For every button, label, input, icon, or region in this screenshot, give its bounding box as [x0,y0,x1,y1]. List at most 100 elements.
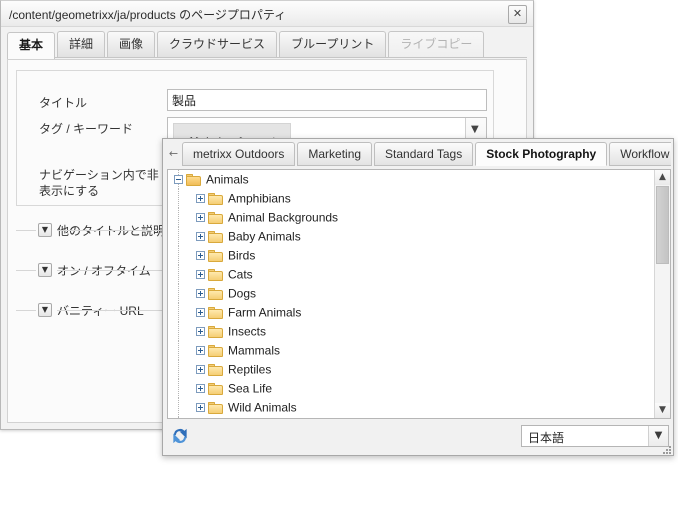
folder-icon [208,268,223,281]
expand-icon[interactable] [196,194,205,204]
tree-node[interactable]: Cats [168,265,654,284]
tree-node[interactable]: Reptiles [168,360,654,379]
tree-node-label: Mammals [228,343,281,358]
resize-grip[interactable] [662,444,672,454]
collapse-icon[interactable] [174,175,183,185]
tree-node-label: Animal Backgrounds [228,210,339,225]
expand-icon[interactable] [196,213,205,223]
tree-node[interactable]: Animal Backgrounds [168,208,654,227]
collapse-toggle[interactable]: ▼ [38,303,52,317]
chevron-down-icon[interactable]: ▼ [648,426,668,446]
tree-node[interactable]: Animals [168,170,654,189]
tree-guide-line [178,398,179,417]
tree-node[interactable]: Dogs [168,284,654,303]
language-select[interactable]: 日本語 ▼ [521,425,669,447]
tree-guide-line [178,227,179,246]
scrollbar-thumb[interactable] [656,186,669,264]
tree-node-label: Baby Animals [228,229,301,244]
close-icon[interactable]: ✕ [508,5,527,24]
tree-guide-line [178,360,179,379]
folder-icon [208,363,223,376]
tree-node[interactable]: Sea Life [168,379,654,398]
expand-icon[interactable] [196,384,205,394]
tree-node-label: Cats [228,267,253,282]
folder-icon [208,249,223,262]
tree-scrollbar[interactable]: ▲ ▼ [654,170,670,418]
tag-picker-popup: ← metrixx Outdoors Marketing Standard Tags S… [162,138,674,456]
caret-down-icon[interactable]: ▼ [655,403,670,418]
folder-icon [186,173,201,186]
tag-tree-area: Animals Amphibians Animal Backgrounds Baby … [167,169,671,419]
divider [16,310,36,311]
tree-guide-line [178,303,179,322]
tree-node[interactable]: Wild Animals [168,398,654,417]
expand-icon[interactable] [196,308,205,318]
dialog-tabstrip: 基本 詳細 画像 クラウドサービス ブループリント ライブコピー [7,31,527,59]
namespace-tab-4[interactable]: Workflow [609,142,671,166]
tab-5: ライブコピー [388,31,485,57]
folder-icon [208,230,223,243]
hide-in-navigation-label: ナビゲーション内で非表示にする [39,168,159,198]
folder-icon [208,344,223,357]
tree-node[interactable]: Baby Animals [168,227,654,246]
tab-4[interactable]: ブループリント [279,31,387,57]
caret-up-icon[interactable]: ▲ [655,170,670,185]
tab-3[interactable]: クラウドサービス [157,31,278,57]
tree-node-label: Dogs [228,286,257,301]
tree-node-label: Reptiles [228,362,272,377]
divider [16,230,36,231]
tab-1[interactable]: 詳細 [57,31,106,57]
tree-node[interactable]: Farm Animals [168,303,654,322]
tab-2[interactable]: 画像 [107,31,156,57]
namespace-tab-2[interactable]: Standard Tags [374,142,474,166]
folder-icon [208,287,223,300]
tab-0[interactable]: 基本 [7,32,56,59]
namespace-tab-3[interactable]: Stock Photography [475,142,608,166]
tree-node-label: Birds [228,248,256,263]
tag-namespace-tabstrip: ← metrixx Outdoors Marketing Standard Tags S… [165,142,671,169]
tree-node[interactable]: Birds [168,246,654,265]
tree-guide-line [178,208,179,227]
expand-icon[interactable] [196,289,205,299]
namespace-tab-1[interactable]: Marketing [297,142,373,166]
tree-node[interactable]: Architecture And Buildings [168,417,654,418]
title-input[interactable] [167,89,487,111]
popup-footer: 日本語 ▼ [167,424,671,450]
dialog-titlebar: /content/geometrixx/ja/products のページプロパテ… [1,1,533,27]
tree-guide-line [178,322,179,341]
folder-icon [208,325,223,338]
tree-node-label: Animals [206,172,249,187]
namespace-tab-0[interactable]: metrixx Outdoors [182,142,296,166]
tree-guide-line [178,265,179,284]
title-label: タイトル [39,96,88,110]
arrow-left-icon[interactable]: ← [165,142,182,166]
expand-icon[interactable] [196,346,205,356]
tree-guide-line [178,284,179,303]
divider [16,270,36,271]
expand-icon[interactable] [196,251,205,261]
folder-icon [208,211,223,224]
tree-guide-line [178,189,179,208]
tree-guide-line [178,379,179,398]
expand-icon[interactable] [196,270,205,280]
tree-node-label: Farm Animals [228,305,302,320]
tree-guide-line [178,341,179,360]
expand-icon[interactable] [196,403,205,413]
tree-node[interactable]: Amphibians [168,189,654,208]
tag-tree-list: Animals Amphibians Animal Backgrounds Baby … [168,170,654,418]
expand-icon[interactable] [196,365,205,375]
tree-node[interactable]: Insects [168,322,654,341]
expand-icon[interactable] [196,327,205,337]
tags-label: タグ / キーワード [39,122,134,136]
tree-node-label: Amphibians [228,191,291,206]
tree-node[interactable]: Mammals [168,341,654,360]
collapse-toggle[interactable]: ▼ [38,223,52,237]
expand-icon[interactable] [196,232,205,242]
collapse-toggle[interactable]: ▼ [38,263,52,277]
folder-icon [208,401,223,414]
tree-node-label: Sea Life [228,381,273,396]
language-value: 日本語 [528,431,565,445]
refresh-icon[interactable] [171,427,189,445]
page-title: /content/geometrixx/ja/products のページプロパテ… [9,8,287,22]
chevron-down-icon: ▼ [471,124,479,135]
